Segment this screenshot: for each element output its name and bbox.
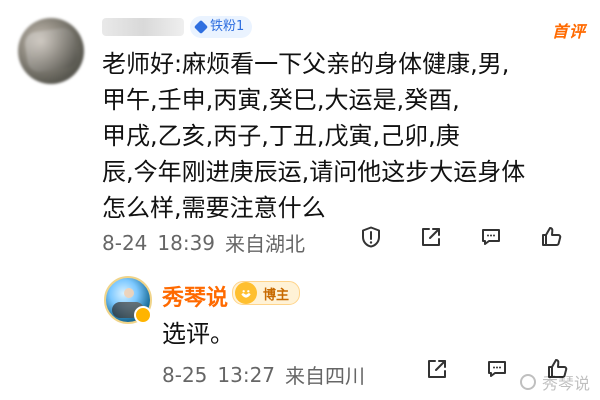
reply-date: 8-25 [162,362,208,387]
blogger-icon [235,282,257,304]
blogger-badge-label: 博主 [263,287,290,303]
avatar[interactable] [18,18,84,84]
reply-location: 来自四川 [285,364,366,388]
reply-username[interactable]: 秀琴说 [162,280,228,312]
watermark-text: 秀琴说 [541,374,590,393]
share-icon [422,228,440,246]
comment-location: 来自湖北 [225,232,306,256]
report-icon [362,226,380,248]
watermark: 秀琴说 [519,370,590,394]
reply-share-button[interactable] [422,354,452,384]
reply-reply-button[interactable] [482,354,512,384]
comment-date: 8-24 [102,230,148,255]
comment-text: 老师好:麻烦看一下父亲的身体健康,男, 甲午,壬申,丙寅,癸巳,大运是,癸酉, … [102,50,526,222]
like-button[interactable] [536,222,566,252]
comment-meta: 8-24 18:39 来自湖北 [102,228,305,257]
diamond-icon [193,19,209,35]
reply-button[interactable] [476,222,506,252]
reply-icon [482,229,500,245]
fan-badge: 铁粉1 [190,16,253,38]
reply-icon [488,361,506,377]
watermark-icon [519,374,536,390]
comment-actions [356,222,566,252]
blogger-badge: 博主 [232,281,301,305]
like-icon [542,227,562,246]
report-button[interactable] [356,222,386,252]
reply-text: 选评。 [162,320,234,348]
reply-time: 13:27 [217,362,276,387]
comment-time: 18:39 [157,230,216,255]
first-comment-label: 首评 [551,22,586,41]
fan-badge-label: 铁粉1 [210,19,245,34]
share-icon [428,360,446,378]
share-button[interactable] [416,222,446,252]
reply-meta: 8-25 13:27 来自四川 [162,360,365,389]
verified-icon [134,306,152,324]
username-redacted [102,18,184,36]
